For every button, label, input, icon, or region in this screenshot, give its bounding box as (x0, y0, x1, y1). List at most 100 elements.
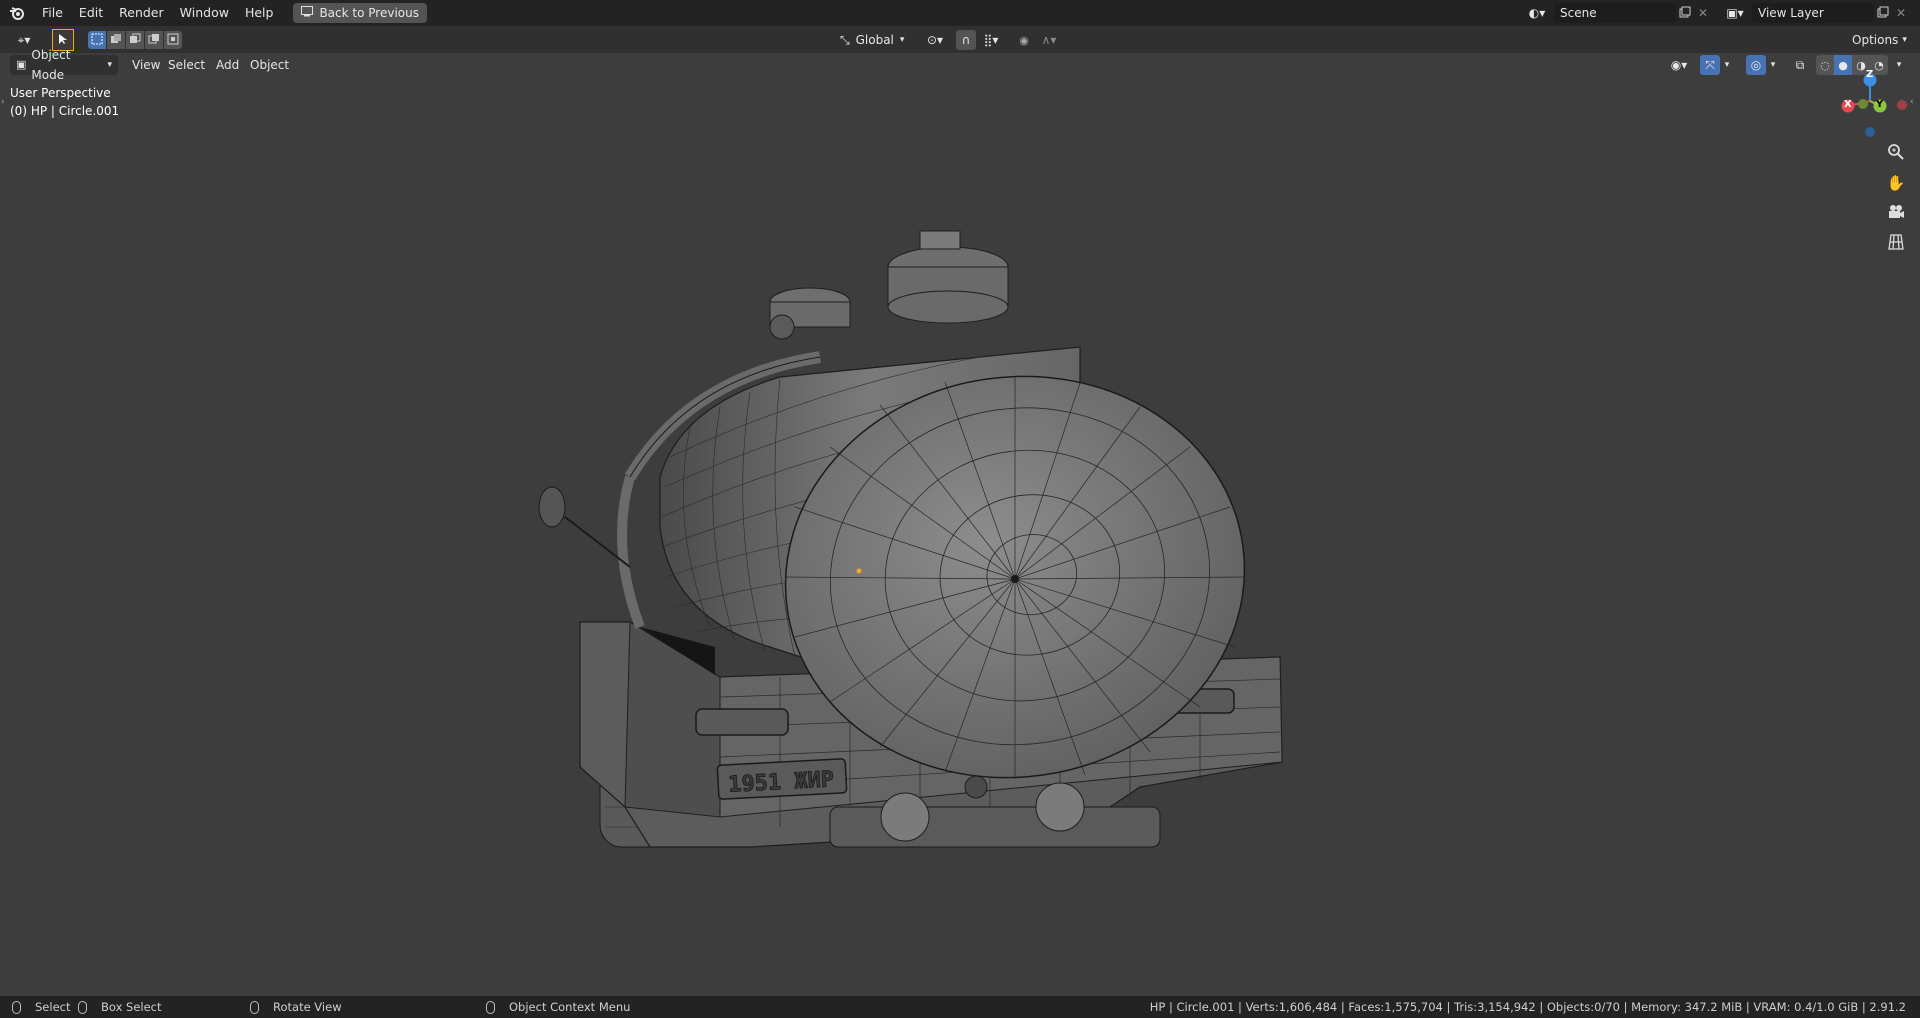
xray-icon: ⧉ (1795, 57, 1805, 72)
viewport[interactable]: User Perspective (0) HP | Circle.001 › ‹… (0, 69, 1920, 996)
transform-orientation-value: Global (855, 33, 894, 47)
blender-logo-icon[interactable] (6, 2, 28, 24)
scene-close-button[interactable]: ✕ (1694, 3, 1712, 23)
scene-icon: ◐▾ (1528, 6, 1546, 20)
status-select-hint: Select (12, 1000, 70, 1014)
camera-icon (1887, 204, 1905, 223)
mouse-drag-icon (78, 1000, 87, 1014)
camera-view-button[interactable] (1882, 199, 1910, 227)
sidebar-toggle-arrow[interactable]: ‹ (1910, 97, 1914, 107)
object-mode-dropdown[interactable]: ▣ Object Mode ▾ (10, 48, 118, 82)
pivot-point-dropdown[interactable]: ⊙▾ (920, 30, 950, 50)
status-context-menu-label: Object Context Menu (509, 1000, 631, 1014)
gizmo-dropdown[interactable]: ▾ (1720, 55, 1734, 75)
back-to-previous-label: Back to Previous (319, 6, 419, 20)
copy-icon (1679, 6, 1691, 21)
scene-name-field[interactable]: Scene (1554, 3, 1676, 23)
select-extend-icon (110, 33, 122, 48)
snap-toggle-button[interactable]: ∩ (956, 30, 976, 50)
menu-window[interactable]: Window (172, 2, 237, 24)
view-layer-copy-button[interactable] (1874, 3, 1892, 23)
active-object-label: (0) HP | Circle.001 (10, 104, 120, 118)
select-intersect-icon (167, 33, 179, 48)
back-to-previous-button[interactable]: Back to Previous (293, 3, 427, 23)
object-menu[interactable]: Object (244, 55, 295, 75)
select-mode-extend-button[interactable] (107, 31, 125, 49)
gizmo-y-label: Y (1876, 99, 1884, 110)
close-icon: ✕ (1697, 6, 1709, 20)
shading-material-icon: ◑ (1856, 58, 1866, 72)
gizmo-toggle-button[interactable]: ⤧ (1700, 55, 1720, 75)
select-mode-subtract-button[interactable] (126, 31, 144, 49)
zoom-button[interactable] (1882, 139, 1910, 167)
pan-button[interactable]: ✋ (1882, 169, 1910, 197)
status-rotate-hint: Rotate View (250, 1000, 342, 1014)
view-layer-icon: ▣▾ (1726, 6, 1744, 20)
status-rotate-label: Rotate View (273, 1000, 342, 1014)
overlay-dropdown[interactable]: ▾ (1766, 55, 1780, 75)
perspective-label: User Perspective (10, 86, 111, 100)
status-context-menu-hint: Object Context Menu (486, 1000, 630, 1014)
select-invert-icon (148, 33, 160, 48)
view-menu[interactable]: View (126, 55, 166, 75)
perspective-toggle-button[interactable] (1882, 229, 1910, 257)
transform-orientation-icon: ⤡ (840, 33, 850, 47)
scene-selector-button[interactable]: ◐▾ (1522, 3, 1552, 23)
scene-statistics: HP | Circle.001 | Verts:1,606,484 | Face… (1149, 1000, 1906, 1014)
chevron-down-icon: ▾ (1724, 60, 1730, 70)
select-mode-invert-button[interactable] (145, 31, 163, 49)
back-icon (301, 3, 314, 23)
snap-target-dropdown[interactable]: ⣿▾ (976, 30, 1006, 50)
view-layer-selector-button[interactable]: ▣▾ (1720, 3, 1750, 23)
proportional-editing-button[interactable]: ◉ (1014, 30, 1034, 50)
status-box-select-label: Box Select (101, 1000, 162, 1014)
toolbar-toggle-arrow[interactable]: › (1, 97, 5, 107)
falloff-icon: ∧▾ (1041, 33, 1057, 47)
chevron-down-icon: ▾ (1896, 60, 1902, 70)
chevron-down-icon: ▾ (899, 35, 905, 45)
zoom-icon (1887, 143, 1905, 164)
pivot-icon: ⊙▾ (926, 33, 944, 47)
top-bar: File Edit Render Window Help Back to Pre… (0, 0, 1920, 26)
select-subtract-icon (129, 33, 141, 48)
mouse-left-icon (12, 1000, 21, 1014)
menu-edit[interactable]: Edit (71, 2, 111, 24)
gizmo-z-label: Z (1866, 69, 1874, 80)
viewport-header: ▣ Object Mode ▾ View Select Add Object ◉… (0, 48, 1920, 82)
menu-help[interactable]: Help (237, 2, 282, 24)
shading-wireframe-icon: ◌ (1820, 58, 1830, 72)
gizmo-x-label: X (1844, 99, 1852, 110)
hand-icon: ✋ (1886, 174, 1906, 192)
view-layer-close-button[interactable]: ✕ (1892, 3, 1910, 23)
select-mode-intersect-button[interactable] (164, 31, 182, 49)
grid-icon (1888, 233, 1904, 253)
status-bar: Select Box Select Rotate View Object Con… (0, 996, 1920, 1018)
tool-header: ⌖▾ ⤡ Global ▾ ⊙▾ ∩ ⣿▾ ◉ ∧▾ Options ▾ (0, 26, 1920, 53)
visibility-dropdown[interactable]: ◉▾ (1664, 55, 1694, 75)
mouse-middle-icon (250, 1000, 259, 1014)
shading-rendered-icon: ◔ (1874, 58, 1884, 72)
chevron-down-icon: ▾ (107, 60, 112, 70)
chevron-down-icon: ▾ (1902, 35, 1907, 45)
menu-file[interactable]: File (34, 2, 71, 24)
menu-render[interactable]: Render (111, 2, 172, 24)
snap-icon: ∩ (961, 33, 971, 47)
select-menu[interactable]: Select (162, 55, 211, 75)
shading-solid-icon: ● (1838, 58, 1848, 72)
view-layer-name-field[interactable]: View Layer (1752, 3, 1874, 23)
scene-copy-button[interactable] (1676, 3, 1694, 23)
overlay-toggle-button[interactable]: ◎ (1746, 55, 1766, 75)
overlay-icon: ◎ (1750, 58, 1762, 72)
xray-toggle-button[interactable]: ⧉ (1790, 55, 1810, 75)
tanker-truck-model[interactable]: 1951 ЖИР (520, 227, 1300, 967)
snap-target-icon: ⣿▾ (983, 33, 999, 47)
options-label: Options (1852, 33, 1899, 47)
gizmo-icon: ⤧ (1705, 57, 1715, 72)
options-dropdown[interactable]: Options ▾ (1846, 30, 1912, 50)
editor-type-icon: ⌖▾ (17, 32, 31, 47)
proportional-icon: ◉ (1019, 33, 1029, 47)
add-menu[interactable]: Add (210, 55, 245, 75)
chevron-down-icon: ▾ (1770, 60, 1776, 70)
transform-orientation-dropdown[interactable]: ⤡ Global ▾ (834, 30, 914, 50)
proportional-falloff-dropdown[interactable]: ∧▾ (1034, 30, 1064, 50)
